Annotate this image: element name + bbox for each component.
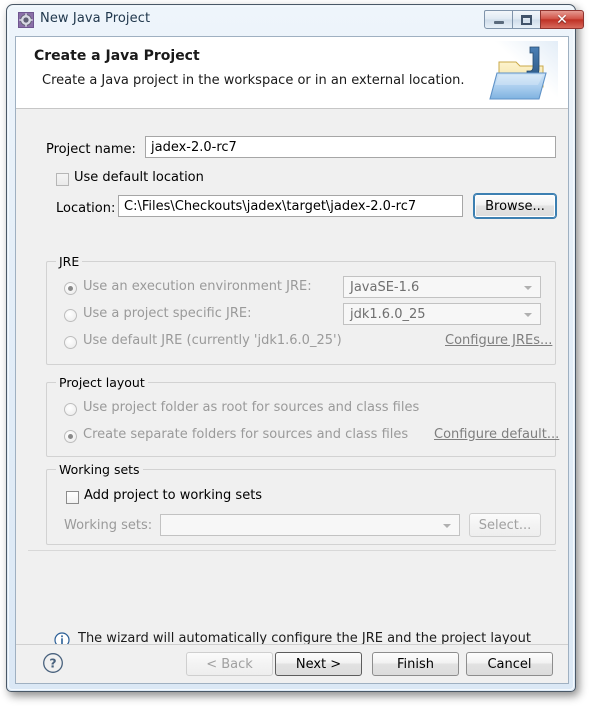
cancel-button[interactable]: Cancel xyxy=(466,652,553,676)
radio-project-specific-jre[interactable] xyxy=(64,309,77,322)
select-working-sets-button[interactable]: Select... xyxy=(469,513,541,537)
project-name-input[interactable]: jadex-2.0-rc7 xyxy=(145,136,556,158)
maximize-button[interactable] xyxy=(512,10,541,29)
close-icon: ✕ xyxy=(541,11,583,28)
svg-text:?: ? xyxy=(49,656,56,671)
jre-group: JRE Use an execution environment JRE: Ja… xyxy=(46,254,556,365)
help-icon[interactable]: ? xyxy=(42,652,64,674)
location-label: Location: xyxy=(56,201,116,216)
radio-project-specific-jre-label: Use a project specific JRE: xyxy=(83,306,252,321)
page-title: Create a Java Project xyxy=(34,48,200,64)
project-specific-jre-combo[interactable]: jdk1.6.0_25 xyxy=(343,303,541,325)
close-glyph: ✕ xyxy=(556,11,568,28)
project-layout-group: Project layout Use project folder as roo… xyxy=(46,375,559,457)
use-default-location-checkbox[interactable] xyxy=(56,173,69,186)
execution-environment-combo[interactable]: JavaSE-1.6 xyxy=(343,276,541,298)
working-sets-label: Working sets: xyxy=(64,518,153,533)
finish-button[interactable]: Finish xyxy=(372,652,459,676)
add-to-working-sets-label: Add project to working sets xyxy=(84,488,263,503)
minimize-icon xyxy=(485,11,512,28)
radio-project-folder-root-label: Use project folder as root for sources a… xyxy=(83,400,420,415)
project-layout-group-title: Project layout xyxy=(56,375,148,390)
info-separator xyxy=(28,550,556,551)
dialog-footer: ? < Back Next > Finish Cancel xyxy=(16,644,568,683)
jre-group-title: JRE xyxy=(56,254,83,269)
next-button[interactable]: Next > xyxy=(275,652,362,676)
dialog-window: New Java Project ✕ Create a Java Project… xyxy=(6,4,584,692)
radio-default-jre-label: Use default JRE (currently 'jdk1.6.0_25'… xyxy=(83,333,342,348)
radio-project-folder-root[interactable] xyxy=(64,403,77,416)
chevron-down-icon xyxy=(524,286,532,290)
project-specific-jre-value: jdk1.6.0_25 xyxy=(350,307,426,322)
wizard-body: Project name: jadex-2.0-rc7 Use default … xyxy=(16,109,568,664)
chevron-down-icon xyxy=(524,313,532,317)
close-button[interactable]: ✕ xyxy=(540,10,584,29)
project-name-label: Project name: xyxy=(46,142,136,157)
dialog-client-area: Create a Java Project Create a Java proj… xyxy=(15,36,569,684)
location-input[interactable]: C:\Files\Checkouts\jadex\target\jadex-2.… xyxy=(118,195,463,217)
title-bar[interactable]: New Java Project ✕ xyxy=(9,7,584,33)
radio-separate-folders-label: Create separate folders for sources and … xyxy=(83,427,409,442)
configure-jres-link[interactable]: Configure JREs... xyxy=(445,333,552,348)
window-title: New Java Project xyxy=(40,11,151,26)
radio-execution-environment-jre[interactable] xyxy=(64,282,77,295)
page-description: Create a Java project in the workspace o… xyxy=(42,73,465,88)
radio-execution-environment-jre-label: Use an execution environment JRE: xyxy=(83,279,312,294)
working-sets-group: Working sets Add project to working sets… xyxy=(46,462,556,545)
chevron-down-icon xyxy=(443,524,451,528)
maximize-icon xyxy=(513,11,540,28)
browse-button[interactable]: Browse... xyxy=(474,194,556,218)
minimize-button[interactable] xyxy=(484,10,513,29)
java-project-folder-icon xyxy=(486,41,558,105)
wizard-banner: Create a Java Project Create a Java proj… xyxy=(16,37,568,109)
add-to-working-sets-checkbox[interactable] xyxy=(66,491,79,504)
radio-dot xyxy=(68,434,73,439)
working-sets-group-title: Working sets xyxy=(56,462,143,477)
back-button[interactable]: < Back xyxy=(186,652,273,676)
java-project-wizard-icon xyxy=(18,12,34,28)
configure-default-link[interactable]: Configure default... xyxy=(434,427,559,442)
radio-separate-folders[interactable] xyxy=(64,430,77,443)
execution-environment-value: JavaSE-1.6 xyxy=(350,280,420,295)
working-sets-combo[interactable] xyxy=(160,514,460,536)
radio-dot xyxy=(68,286,73,291)
radio-default-jre[interactable] xyxy=(64,336,77,349)
use-default-location-label: Use default location xyxy=(74,170,204,185)
